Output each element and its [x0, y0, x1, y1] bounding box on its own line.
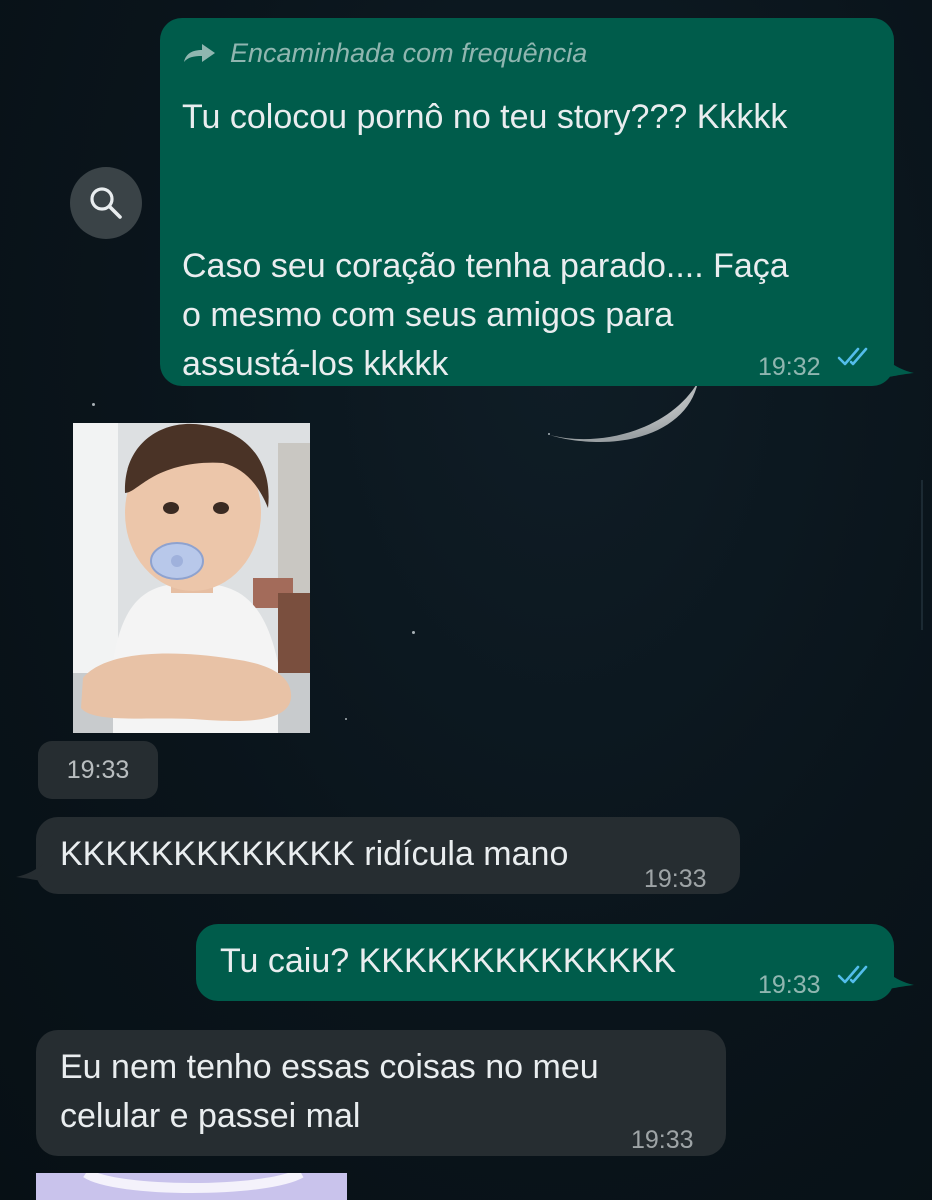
message-text-line: celular e passei mal: [60, 1097, 361, 1135]
forwarded-label: Encaminhada com frequência: [230, 38, 588, 68]
message-text-line: KKKKKKKKKKKKK ridícula mano: [60, 835, 569, 873]
message-text-line: Tu colocou pornô no teu story??? Kkkkk: [182, 98, 788, 136]
message-image-partial[interactable]: [36, 1173, 347, 1200]
message-timestamp: 19:33: [631, 1126, 694, 1154]
message-image[interactable]: [73, 423, 310, 733]
child-photo-image: [73, 423, 310, 733]
message-timestamp: 19:33: [644, 865, 707, 893]
message-text-line: Eu nem tenho essas coisas no meu: [60, 1048, 599, 1086]
star-decoration: [345, 718, 347, 720]
message-text-line: Tu caiu? KKKKKKKKKKKKKK: [220, 942, 677, 980]
bubble-tail: [884, 970, 914, 990]
message-text-line: Caso seu coração tenha parado.... Faça: [182, 247, 789, 285]
message-text-line: o mesmo com seus amigos para: [182, 296, 674, 334]
message-timestamp: 19:33: [758, 971, 821, 999]
image-timestamp: 19:33: [38, 741, 158, 799]
image-preview: [36, 1173, 347, 1200]
star-decoration: [412, 631, 415, 634]
search-icon: [90, 187, 122, 219]
bubble-tail: [16, 862, 46, 882]
message-bubble-outgoing[interactable]: Tu caiu? KKKKKKKKKKKKKK 19:33: [196, 924, 894, 1001]
double-check-icon: [837, 965, 868, 984]
bubble-tail: [884, 358, 914, 378]
double-check-icon: [837, 347, 868, 366]
scroll-indicator: [921, 480, 923, 630]
message-bubble-outgoing[interactable]: Encaminhada com frequência Tu colocou po…: [160, 18, 894, 386]
forward-arrow-icon: [184, 44, 215, 62]
star-decoration: [92, 403, 95, 406]
star-decoration: [548, 433, 550, 435]
message-timestamp: 19:32: [758, 353, 821, 381]
message-bubble-incoming[interactable]: KKKKKKKKKKKKK ridícula mano 19:33: [36, 817, 740, 894]
search-button[interactable]: [70, 167, 142, 239]
message-text-line: assustá-los kkkkk: [182, 345, 449, 383]
message-bubble-incoming[interactable]: Eu nem tenho essas coisas no meu celular…: [36, 1030, 726, 1156]
forwarded-header: Encaminhada com frequência: [182, 36, 587, 70]
